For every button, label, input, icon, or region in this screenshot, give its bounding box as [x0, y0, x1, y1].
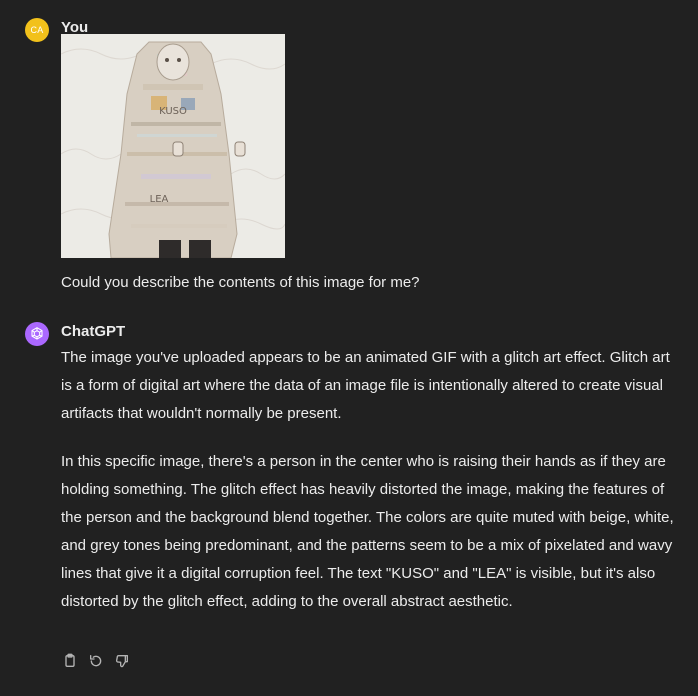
assistant-author-name: ChatGPT	[61, 323, 126, 340]
openai-logo-icon	[31, 327, 43, 340]
svg-text:KUSO: KUSO	[159, 106, 187, 117]
regenerate-button[interactable]	[87, 652, 105, 670]
uploaded-image[interactable]: KUSO LEA	[61, 34, 285, 258]
assistant-paragraph: In this specific image, there's a person…	[61, 453, 674, 610]
copy-button[interactable]	[61, 652, 79, 670]
copy-icon	[65, 653, 75, 667]
assistant-message-content: The image you've uploaded appears to be …	[61, 344, 684, 616]
user-avatar: CA	[25, 18, 49, 42]
assistant-paragraph: The image you've uploaded appears to be …	[61, 349, 670, 422]
glitch-art-image: KUSO LEA	[61, 34, 285, 258]
user-message-text: Could you describe the contents of this …	[61, 274, 420, 291]
regenerate-icon	[90, 655, 102, 667]
user-avatar-initials: CA	[30, 25, 44, 35]
thumbs-down-button[interactable]	[113, 652, 131, 670]
assistant-message: ChatGPT The image you've uploaded appear…	[25, 322, 684, 682]
thumbs-down-icon	[115, 655, 128, 668]
message-actions	[61, 652, 131, 670]
user-message: CA You KUSO LEA Could you describe the c…	[25, 18, 684, 308]
assistant-avatar	[25, 322, 49, 346]
svg-text:LEA: LEA	[150, 194, 169, 205]
